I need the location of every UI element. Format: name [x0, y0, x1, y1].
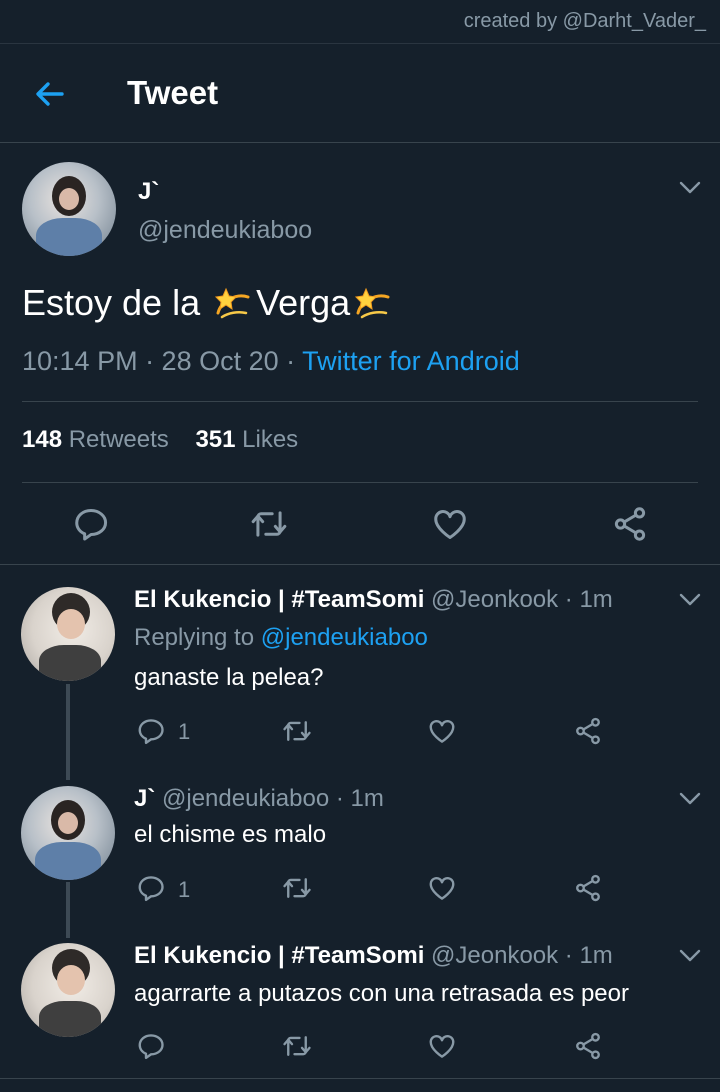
- reply-text: el chisme es malo: [134, 821, 327, 848]
- retweet-icon[interactable]: [282, 873, 312, 903]
- reply-icon[interactable]: [136, 873, 166, 903]
- reply-header: El Kukencio | #TeamSomi @Jeonkook · 1m: [134, 942, 613, 970]
- page-title: Tweet: [127, 74, 219, 111]
- chevron-down-icon[interactable]: [679, 792, 701, 806]
- reply-text: agarrarte a putazos con una retrasada es…: [134, 980, 629, 1007]
- reply-author-name[interactable]: J`: [134, 785, 155, 812]
- reply-icon[interactable]: [72, 505, 110, 543]
- dizzy-emoji: [212, 283, 254, 323]
- share-icon[interactable]: [573, 716, 603, 746]
- reply-author-handle[interactable]: @Jeonkook · 1m: [431, 942, 613, 969]
- retweet-icon[interactable]: [250, 505, 288, 543]
- likes-count[interactable]: 351: [195, 426, 235, 453]
- tweet-actions: [0, 483, 720, 563]
- avatar[interactable]: [21, 943, 115, 1037]
- chevron-down-icon[interactable]: [679, 181, 701, 195]
- tweet-meta: 10:14 PM · 28 Oct 20 · Twitter for Andro…: [22, 346, 520, 377]
- replying-to: Replying to @jendeukiaboo: [134, 624, 428, 652]
- reply-count: 1: [178, 719, 191, 744]
- author-handle[interactable]: @jendeukiaboo: [138, 216, 312, 245]
- tweet-text-part1: Estoy de la: [22, 282, 211, 323]
- avatar[interactable]: [21, 786, 115, 880]
- reply-icon[interactable]: [136, 1031, 166, 1061]
- like-icon[interactable]: [427, 1031, 457, 1061]
- share-icon[interactable]: [611, 505, 649, 543]
- divider: [0, 1078, 720, 1079]
- reply-header: J` @jendeukiaboo · 1m: [134, 785, 384, 813]
- reply-icon[interactable]: [136, 716, 166, 746]
- reply-text: ganaste la pelea?: [134, 664, 324, 691]
- top-bar: Tweet: [0, 44, 720, 143]
- chevron-down-icon[interactable]: [679, 593, 701, 607]
- tweet-text: Estoy de la Verga: [22, 282, 396, 324]
- avatar[interactable]: [21, 587, 115, 681]
- tweet-stats: 148 Retweets 351 Likes: [22, 426, 298, 454]
- reply-author-handle[interactable]: @Jeonkook · 1m: [431, 586, 613, 613]
- share-icon[interactable]: [573, 873, 603, 903]
- tweet-source[interactable]: Twitter for Android: [302, 346, 520, 376]
- likes-label[interactable]: Likes: [242, 426, 298, 453]
- like-icon[interactable]: [431, 505, 469, 543]
- tweet-time: 10:14 PM · 28 Oct 20 ·: [22, 346, 303, 376]
- thread-line: [66, 882, 70, 938]
- replying-to-handle[interactable]: @jendeukiaboo: [261, 624, 428, 651]
- reply-author-handle[interactable]: @jendeukiaboo · 1m: [162, 785, 384, 812]
- share-icon[interactable]: [573, 1031, 603, 1061]
- reply-author-name[interactable]: El Kukencio | #TeamSomi: [134, 586, 424, 613]
- tweet-text-part2: Verga: [256, 282, 351, 323]
- back-arrow-icon[interactable]: [32, 76, 68, 112]
- watermark: created by @Darht_Vader_: [463, 10, 706, 32]
- reply-count: 1: [178, 877, 191, 902]
- retweet-icon[interactable]: [282, 716, 312, 746]
- reply-author-name[interactable]: El Kukencio | #TeamSomi: [134, 942, 424, 969]
- divider: [22, 401, 698, 402]
- divider: [0, 564, 720, 565]
- dizzy-emoji: [352, 283, 394, 323]
- like-icon[interactable]: [427, 716, 457, 746]
- thread-line: [66, 684, 70, 780]
- retweets-count[interactable]: 148: [22, 426, 62, 453]
- replying-to-label: Replying to: [134, 624, 261, 651]
- chevron-down-icon[interactable]: [679, 949, 701, 963]
- author-name[interactable]: J`: [138, 178, 159, 206]
- retweet-icon[interactable]: [282, 1031, 312, 1061]
- like-icon[interactable]: [427, 873, 457, 903]
- avatar[interactable]: [22, 162, 116, 256]
- reply-header: El Kukencio | #TeamSomi @Jeonkook · 1m: [134, 586, 613, 614]
- retweets-label[interactable]: Retweets: [69, 426, 169, 453]
